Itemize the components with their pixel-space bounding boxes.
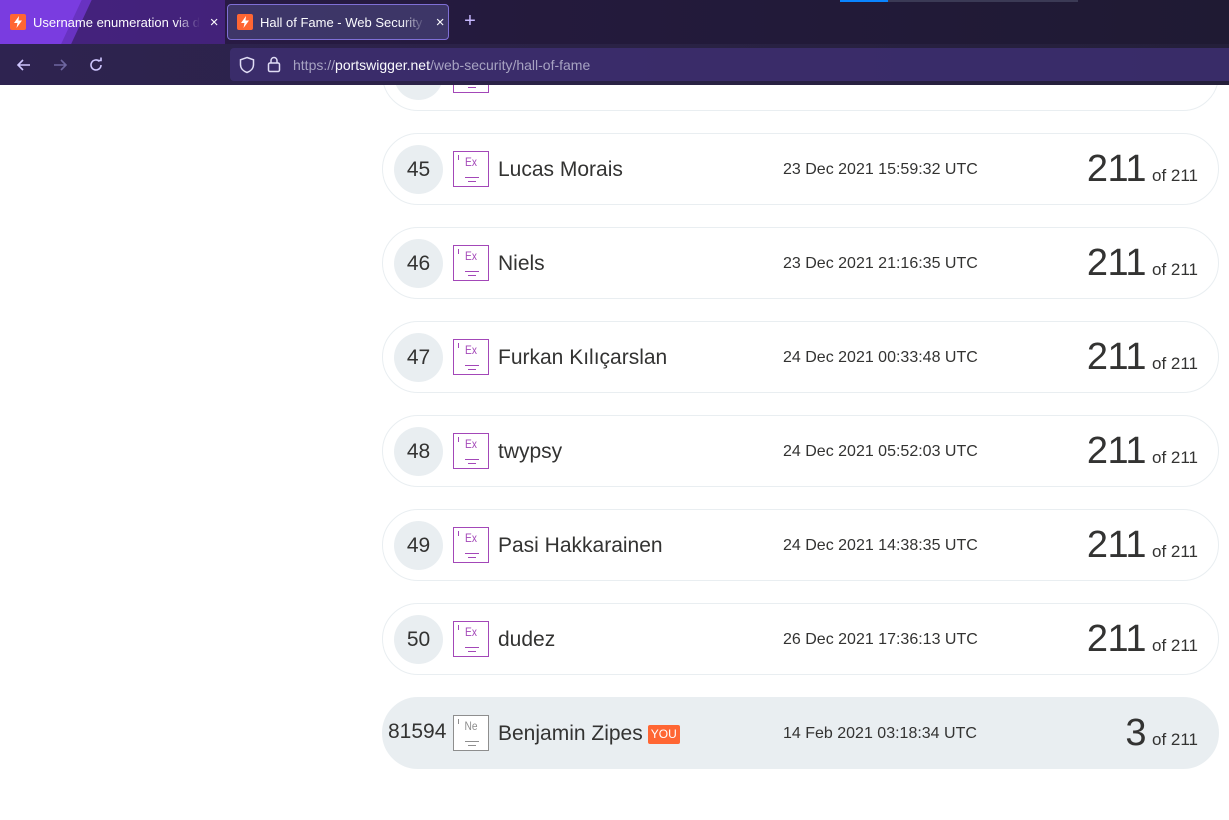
score-value: 211 [1086,242,1147,284]
score-value: 211 [1086,430,1147,472]
portswigger-lightning-icon [10,14,26,30]
score-value: 211 [1086,618,1147,660]
new-tab-button[interactable]: + [458,10,482,34]
table-row: 45 Ex Lucas Morais 23 Dec 2021 15:59:32 UTC… [382,133,1219,205]
level-symbol: Ex [465,625,477,639]
level-symbol: Ex [465,531,477,545]
expert-level-icon: Ex [453,621,489,657]
completion-date: 23 Dec 2021 15:59:32 UTC [783,161,978,178]
table-row: 48 Ex twypsy 24 Dec 2021 05:52:03 UTC 211 of … [382,415,1219,487]
hall-of-fame-page: 45 Ex Lucas Morais 23 Dec 2021 15:59:32 UTC… [0,85,1229,820]
completion-date: 24 Dec 2021 00:33:48 UTC [783,349,978,366]
level-symbol: Ne [464,719,478,733]
rank-badge: 48 [394,427,443,476]
rank-badge: 46 [394,239,443,288]
user-name: twypsy [498,440,563,463]
level-symbol: Ex [465,155,477,169]
portswigger-lightning-icon [237,14,253,30]
current-user-row: 81594 Ne Benjamin Zipes YOU 14 Feb 2021 … [382,697,1219,769]
level-symbol: Ex [465,249,477,263]
you-badge: YOU [647,724,680,744]
level-symbol: Ex [465,437,477,451]
score: 211 of 211 [1087,148,1198,191]
tab-title: Hall of Fame - Web Security Academy [260,14,426,30]
expert-level-icon [453,85,489,93]
tab-hall-of-fame[interactable]: Hall of Fame - Web Security Academy × [227,4,449,40]
score: 211 of 211 [1087,242,1198,285]
completion-date: 24 Dec 2021 14:38:35 UTC [783,537,978,554]
back-arrow-icon[interactable] [11,52,37,78]
score-total: of 211 [1151,448,1198,467]
score-value: 211 [1086,524,1147,566]
reload-icon[interactable] [83,52,109,78]
score-total: of 211 [1151,730,1198,749]
user-name: Furkan Kılıçarslan [498,346,668,369]
score-value: 211 [1086,336,1147,378]
expert-level-icon: Ex [453,245,489,281]
score: 211 of 211 [1087,430,1198,473]
table-row: 46 Ex Niels 23 Dec 2021 21:16:35 UTC 211 of 2… [382,227,1219,299]
user-name: Pasi Hakkarainen [498,534,663,557]
expert-level-icon: Ex [453,339,489,375]
browser-tab-strip: Username enumeration via different respo… [0,0,1229,44]
lock-icon[interactable] [266,55,282,73]
rank-badge: 50 [394,615,443,664]
url-text[interactable]: https://portswigger.net/web-security/hal… [293,57,590,73]
completion-date: 14 Feb 2021 03:18:34 UTC [783,725,977,742]
score-total: of 211 [1151,260,1198,279]
tab-indicator-track [888,0,1078,2]
rank-badge: 49 [394,521,443,570]
score: 3 of 211 [1125,712,1198,755]
tracking-protection-shield-icon[interactable] [238,56,256,74]
score: 211 of 211 [1087,336,1198,379]
url-scheme: https:// [293,57,336,73]
rank-badge: 45 [394,145,443,194]
url-path: /web-security/hall-of-fame [429,57,591,73]
novice-level-icon: Ne [453,715,489,751]
completion-date: 24 Dec 2021 05:52:03 UTC [783,443,978,460]
close-tab-icon[interactable]: × [206,14,222,31]
tab-title: Username enumeration via different respo… [33,14,200,30]
close-tab-icon[interactable]: × [432,14,448,31]
expert-level-icon: Ex [453,433,489,469]
score-total: of 211 [1151,636,1198,655]
score: 211 of 211 [1087,524,1198,567]
tab-indicator [840,0,888,2]
user-name: dudez [498,628,556,651]
completion-date: 26 Dec 2021 17:36:13 UTC [783,631,978,648]
table-row: 47 Ex Furkan Kılıçarslan 24 Dec 2021 00:33:… [382,321,1219,393]
score-value: 211 [1086,148,1147,190]
score-total: of 211 [1151,542,1198,561]
url-host: portswigger.net [335,57,430,73]
score-total: of 211 [1151,166,1198,185]
rank-badge: 47 [394,333,443,382]
tab-username-enumeration[interactable]: Username enumeration via different respo… [0,4,222,40]
user-name: Benjamin Zipes YOU [498,722,680,746]
rank-number: 81594 [388,720,447,743]
user-name: Lucas Morais [498,158,623,181]
rank-badge [394,85,443,100]
expert-level-icon: Ex [453,527,489,563]
table-row: 49 Ex Pasi Hakkarainen 24 Dec 2021 14:38:35… [382,509,1219,581]
score: 211 of 211 [1087,618,1198,661]
table-row [382,85,1219,111]
level-symbol: Ex [465,343,477,357]
user-name-text: Benjamin Zipes [498,722,643,745]
table-row: 50 Ex dudez 26 Dec 2021 17:36:13 UTC 211 of 2… [382,603,1219,675]
score-value: 3 [1125,712,1146,754]
user-name: Niels [498,252,545,275]
expert-level-icon: Ex [453,151,489,187]
page-scrollbar[interactable] [1219,85,1229,820]
completion-date: 23 Dec 2021 21:16:35 UTC [783,255,978,272]
score-total: of 211 [1151,354,1198,373]
forward-arrow-icon[interactable] [47,52,73,78]
